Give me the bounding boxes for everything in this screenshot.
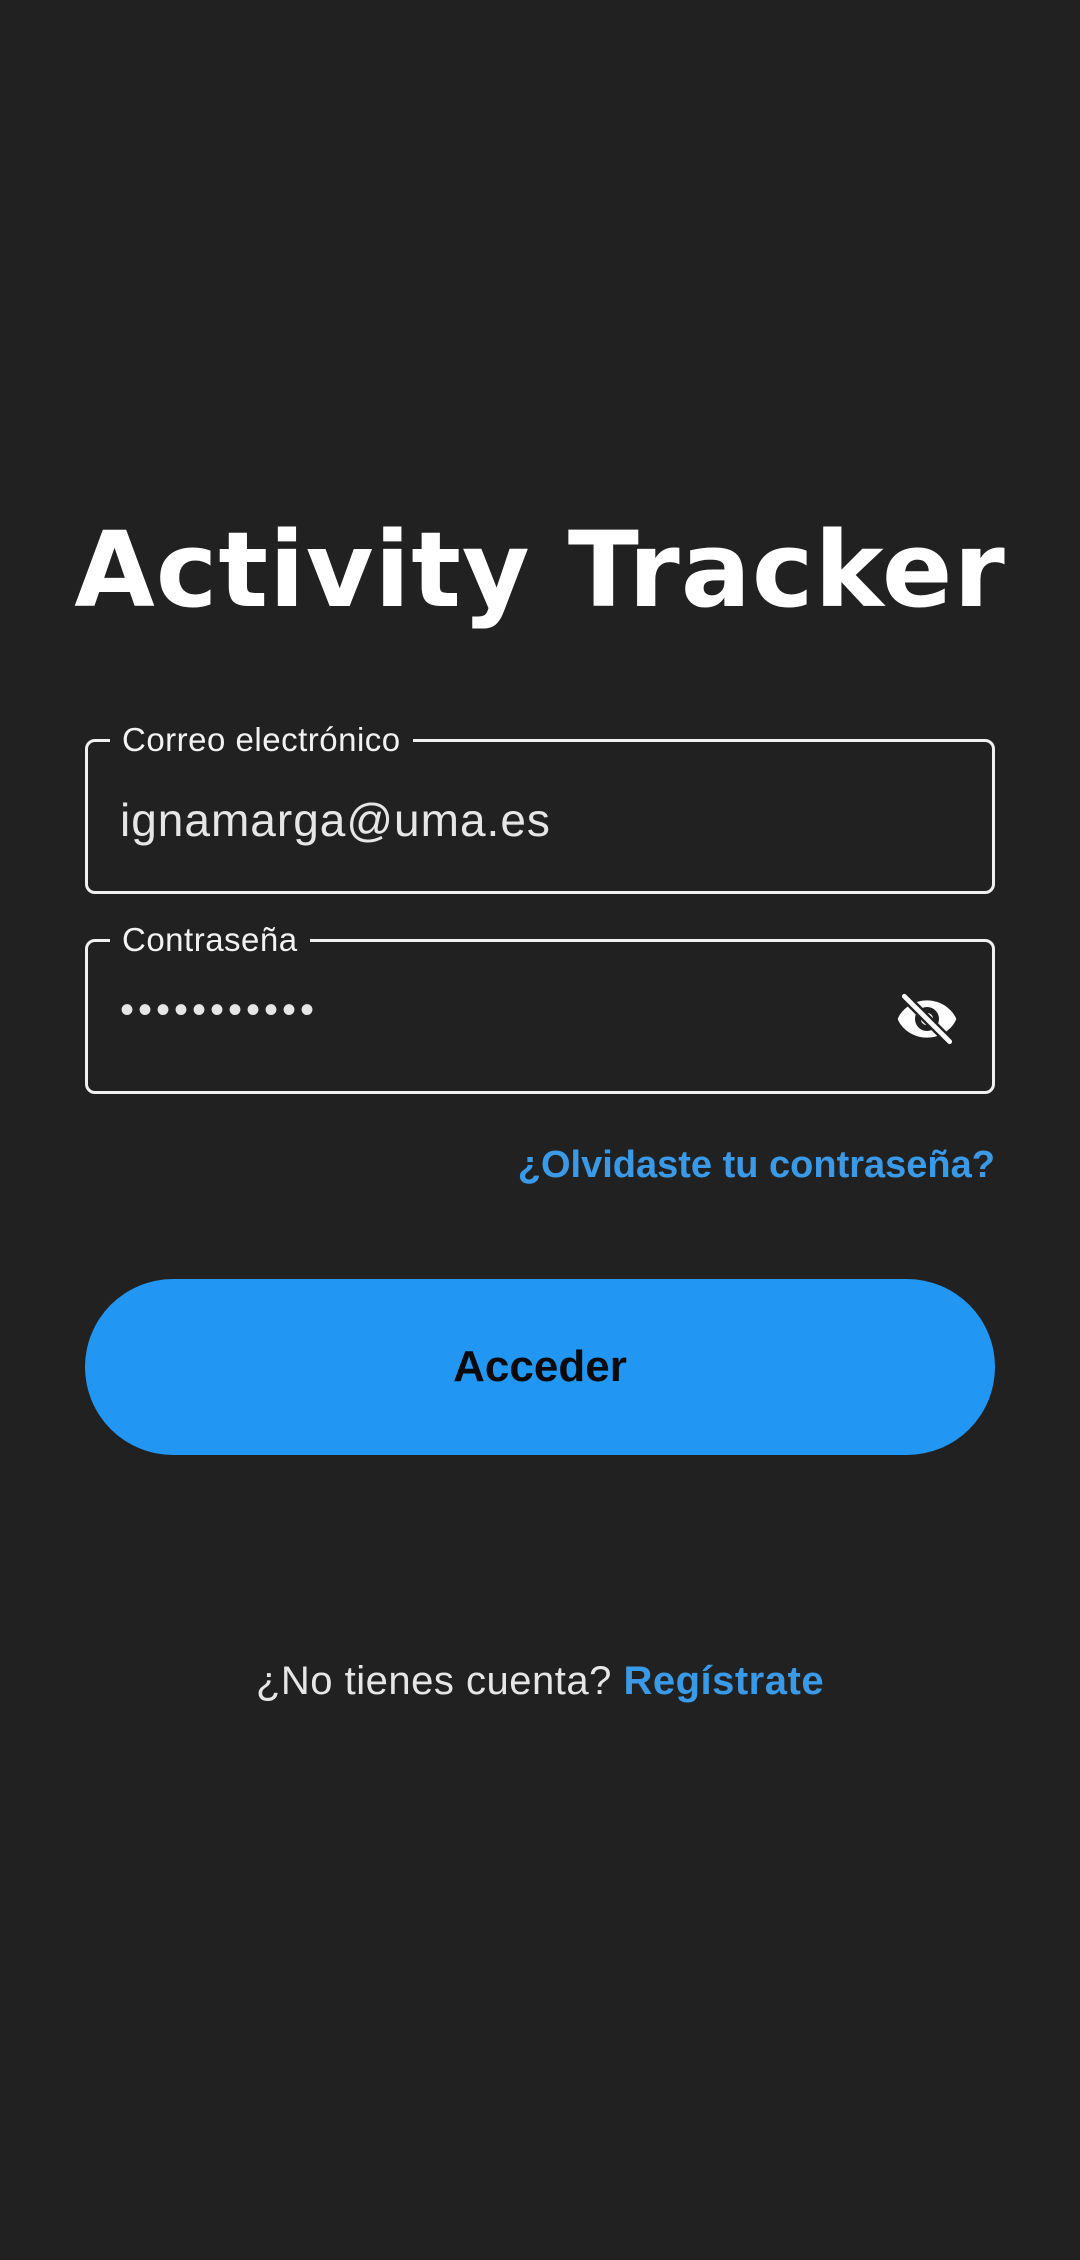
email-label: Correo electrónico xyxy=(110,720,413,760)
signup-prompt: ¿No tienes cuenta? xyxy=(255,1659,624,1703)
email-field[interactable]: Correo electrónico ignamarga@uma.es xyxy=(85,720,995,894)
forgot-password-link[interactable]: ¿Olvidaste tu contraseña? xyxy=(518,1140,995,1190)
login-button-label: Acceder xyxy=(453,1342,627,1391)
app-title: Activity Tracker xyxy=(74,509,1006,631)
signup-prompt-line: ¿No tienes cuenta? Regístrate xyxy=(0,1655,1080,1707)
signup-link[interactable]: Regístrate xyxy=(623,1659,824,1703)
password-field[interactable]: Contraseña ••••••••••• xyxy=(85,920,995,1094)
login-button[interactable]: Acceder xyxy=(85,1279,995,1455)
email-value[interactable]: ignamarga@uma.es xyxy=(120,792,551,848)
password-label: Contraseña xyxy=(110,920,310,960)
password-value[interactable]: ••••••••••• xyxy=(120,982,318,1038)
eye-off-icon[interactable] xyxy=(892,984,962,1054)
